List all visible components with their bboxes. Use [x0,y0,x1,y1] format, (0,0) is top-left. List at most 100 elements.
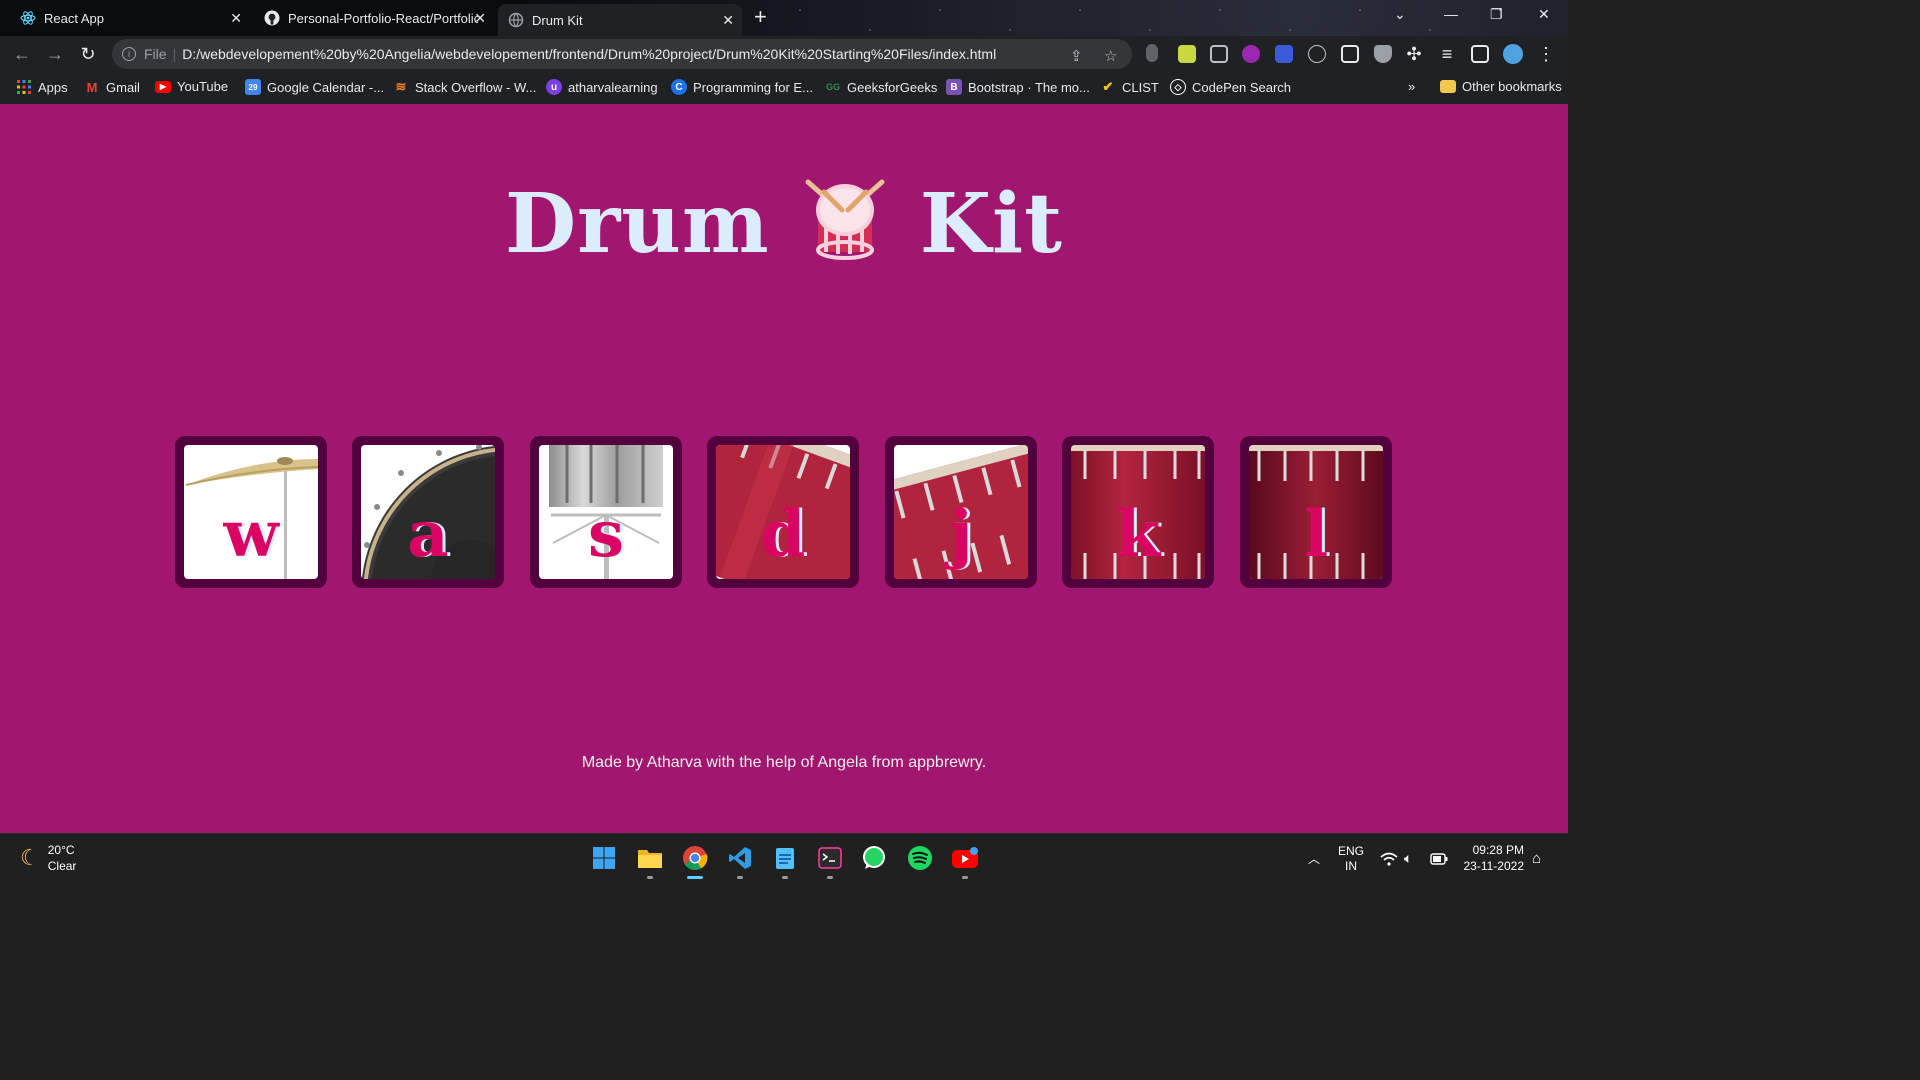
battery-icon[interactable] [1430,834,1448,883]
whatsapp-icon[interactable] [860,844,888,872]
reload-button[interactable]: ↻ [78,44,98,65]
tab-title: Drum Kit [532,12,583,28]
drum-button-j[interactable]: j [885,436,1037,588]
bookmark-codepen[interactable]: ◇ CodePen Search [1170,79,1291,95]
drum-key-label: d [760,497,806,572]
more-bookmarks-button[interactable]: » [1408,79,1415,94]
close-window-button[interactable]: ✕ [1538,6,1550,23]
volume-icon[interactable]: 🔈︎ [1404,834,1412,883]
close-icon[interactable]: ✕ [474,10,486,27]
bookmark-label: Programming for E... [693,79,813,95]
forward-button[interactable]: → [45,44,65,65]
windows-taskbar: ☾ 20°C Clear ︿ ENG IN 🔈︎ 09:28 PM 23-11-… [0,833,1568,882]
address-bar[interactable]: i File | D:/webdevelopement%20by%20Angel… [112,39,1132,69]
bookmark-programming[interactable]: C Programming for E... [671,79,813,95]
bookmark-apps[interactable]: Apps [16,79,68,95]
show-hidden-icons-button[interactable]: ︿ [1308,834,1320,883]
spotify-icon[interactable] [906,844,934,872]
other-bookmarks-folder[interactable]: Other bookmarks [1440,79,1562,94]
notification-icon[interactable]: ⌂ [1532,834,1541,883]
page-title: Drum Kit [0,172,1568,272]
react-devtools-icon[interactable] [1308,45,1326,63]
star-icon[interactable]: ☆ [1104,47,1117,65]
drum-button-d[interactable]: d [707,436,859,588]
extension-icon[interactable] [1146,44,1158,62]
weather-widget[interactable]: ☾ 20°C Clear [20,842,76,874]
bookmark-bootstrap[interactable]: B Bootstrap · The mo... [946,79,1090,95]
bookmark-google-calendar[interactable]: 29 Google Calendar -... [245,79,384,95]
extension-icon[interactable] [1242,45,1260,63]
drum-button-a[interactable]: a [352,436,504,588]
gmail-icon: M [86,79,98,95]
apps-grid-icon [16,79,32,95]
bookmark-label: Apps [38,79,68,95]
system-clock[interactable]: 09:28 PM 23-11-2022 [1464,842,1525,874]
bookmark-label: Bootstrap · The mo... [968,79,1090,95]
tab-drum-kit[interactable]: Drum Kit ✕ [498,4,742,36]
tom-4-image: l [1249,445,1383,579]
bookmark-label: Other bookmarks [1462,79,1562,94]
restore-button[interactable]: ❐ [1490,6,1503,23]
url-text[interactable]: D:/webdevelopement%20by%20Angelia/webdev… [182,46,1062,62]
bookmark-stack-overflow[interactable]: ≋ Stack Overflow - W... [393,79,537,95]
share-icon[interactable]: ⇪ [1070,47,1083,65]
bookmark-gmail[interactable]: M Gmail [84,79,140,95]
language-indicator[interactable]: ENG IN [1338,834,1364,883]
drum-key-label: s [587,497,625,572]
chrome-icon[interactable] [681,844,709,879]
page-body: Drum Kit w a s d j k l Made by Atharva w… [0,104,1568,833]
tom-1-image: d [716,445,850,579]
drum-key-label: w [223,497,279,572]
drum-emoji-icon [800,172,890,262]
clist-icon: ✔ [1102,79,1114,94]
bookmark-geeksforgeeks[interactable]: GG GeeksforGeeks [825,79,937,95]
notion-icon[interactable] [1341,45,1359,63]
kick-drum-image: a [361,445,495,579]
bookmark-clist[interactable]: ✔ CLIST [1100,79,1159,95]
atharvalearning-icon: u [546,79,562,95]
drum-button-k[interactable]: k [1062,436,1214,588]
terminal-icon[interactable] [816,844,844,879]
drum-button-w[interactable]: w [175,436,327,588]
crash-cymbal-image: w [184,445,318,579]
bookmarks-bar: Apps M Gmail ▶ YouTube 29 Google Calenda… [0,72,1568,104]
avatar[interactable] [1503,44,1523,64]
github-icon [264,10,280,26]
bookmark-label: Google Calendar -... [267,79,385,95]
extension-icon[interactable] [1178,45,1196,63]
bookmark-label: atharvalearning [568,79,658,95]
windows-start-icon[interactable] [590,844,618,872]
bookmark-label: CodePen Search [1192,79,1292,95]
tab-github-portfolio[interactable]: Personal-Portfolio-React/Portfolio ✕ [254,4,494,32]
extension-icon[interactable] [1275,45,1293,63]
side-panel-icon[interactable] [1471,45,1489,63]
tab-react-app[interactable]: React App ✕ [10,4,250,32]
new-tab-button[interactable]: + [754,6,767,28]
notepad-icon[interactable] [771,844,799,879]
chevron-down-icon[interactable]: ⌄ [1394,6,1406,23]
youtube-icon[interactable] [951,844,979,879]
youtube-icon: ▶ [155,80,171,93]
drum-button-s[interactable]: s [530,436,682,588]
tom-2-image: j [894,445,1028,579]
wifi-icon[interactable] [1380,834,1398,883]
moon-icon: ☾ [20,845,40,870]
menu-icon[interactable]: ⋮ [1536,44,1556,65]
close-icon[interactable]: ✕ [230,10,242,27]
back-button[interactable]: ← [12,44,32,65]
vscode-icon[interactable] [726,844,754,879]
browser-titlebar: React App ✕ Personal-Portfolio-React/Por… [0,0,1568,36]
drum-button-l[interactable]: l [1240,436,1392,588]
close-icon[interactable]: ✕ [722,12,734,29]
bookmark-youtube[interactable]: ▶ YouTube [155,79,228,94]
info-icon[interactable]: i [122,47,136,61]
extension-icon[interactable] [1210,45,1228,63]
drum-key-label: k [1115,497,1161,572]
bookmark-atharvalearning[interactable]: u atharvalearning [546,79,658,95]
shield-icon[interactable] [1374,45,1392,63]
stackoverflow-icon: ≋ [395,79,407,94]
puzzle-icon[interactable]: ✣ [1404,44,1424,65]
file-explorer-icon[interactable] [636,844,664,879]
media-control-icon[interactable]: ≡ [1437,44,1457,65]
minimize-button[interactable]: — [1444,6,1458,22]
